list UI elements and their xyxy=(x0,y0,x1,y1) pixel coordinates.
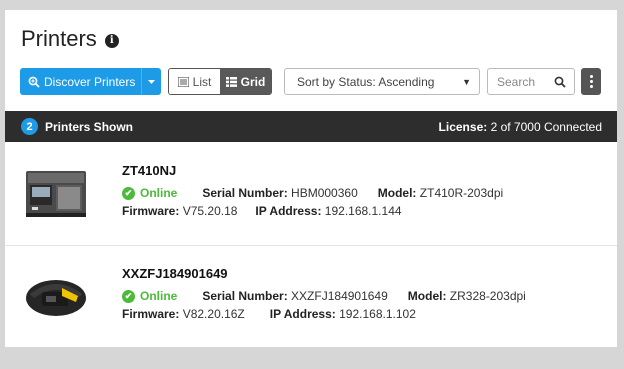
grid-view-button[interactable]: Grid xyxy=(220,69,271,94)
search-input[interactable]: Search xyxy=(487,68,575,95)
printer-card[interactable]: ZT410NJ ✔ Online Serial Number: HBM000360… xyxy=(5,143,617,246)
discover-printers-main[interactable]: Discover Printers xyxy=(20,75,141,89)
status-text: Online xyxy=(140,289,178,303)
serial-value: HBM000360 xyxy=(291,186,358,200)
model-value: ZR328-203dpi xyxy=(449,289,526,303)
firmware-label: Firmware: xyxy=(122,307,180,321)
firmware-value: V82.20.16Z xyxy=(182,307,245,321)
summary-bar: 2 Printers Shown License: 2 of 7000 Conn… xyxy=(5,111,617,142)
license-status: License: 2 of 7000 Connected xyxy=(439,120,602,134)
ip-value: 192.168.1.144 xyxy=(324,204,402,218)
grid-view-label: Grid xyxy=(240,74,266,89)
kebab-dot xyxy=(589,75,593,78)
model-value: ZT410R-203dpi xyxy=(419,186,504,200)
search-icon[interactable] xyxy=(554,76,566,88)
serial-value: XXZFJ184901649 xyxy=(291,289,388,303)
discover-dropdown-toggle[interactable] xyxy=(141,68,161,95)
sort-select[interactable]: Sort by Status: Ascending ▼ xyxy=(284,68,480,95)
page-header: Printers i xyxy=(21,26,119,52)
ip-label: IP Address: xyxy=(269,307,336,321)
grid-icon xyxy=(225,76,237,87)
printer-name[interactable]: XXZFJ184901649 xyxy=(122,266,228,281)
printer-firmware-line: Firmware: V75.20.18 IP Address: 192.168.… xyxy=(122,204,402,218)
info-icon[interactable]: i xyxy=(104,33,119,48)
check-circle-icon: ✔ xyxy=(122,186,135,200)
serial-label: Serial Number: xyxy=(202,186,288,200)
printer-status-line: ✔ Online Serial Number: HBM000360 Model: … xyxy=(122,186,503,200)
license-label: License: xyxy=(438,120,488,134)
printers-shown-label: Printers Shown xyxy=(45,120,134,134)
mobile-printer-image xyxy=(26,280,86,316)
sort-select-value: Sort by Status: Ascending xyxy=(297,74,435,89)
caret-down-icon xyxy=(148,79,156,84)
industrial-printer-image xyxy=(26,171,86,217)
serial-label: Serial Number: xyxy=(202,289,288,303)
model-label: Model: xyxy=(377,186,417,200)
ip-label: IP Address: xyxy=(255,204,322,218)
check-circle-icon: ✔ xyxy=(122,289,135,303)
license-value: 2 of 7000 Connected xyxy=(490,120,602,134)
discover-printers-label: Discover Printers xyxy=(44,74,136,89)
more-options-button[interactable] xyxy=(581,68,601,95)
firmware-label: Firmware: xyxy=(122,204,180,218)
printer-firmware-line: Firmware: V82.20.16Z IP Address: 192.168… xyxy=(122,307,416,321)
list-icon xyxy=(177,76,189,87)
printer-card[interactable]: XXZFJ184901649 ✔ Online Serial Number: XX… xyxy=(5,246,617,347)
discover-printers-button[interactable]: Discover Printers xyxy=(20,68,161,95)
list-view-label: List xyxy=(192,74,212,89)
list-view-button[interactable]: List xyxy=(169,69,220,94)
search-plus-icon xyxy=(28,76,40,88)
printer-count-badge: 2 xyxy=(21,118,38,135)
status-online: ✔ Online xyxy=(122,186,177,200)
model-label: Model: xyxy=(407,289,447,303)
firmware-value: V75.20.18 xyxy=(182,204,238,218)
kebab-dot xyxy=(589,80,593,83)
page-title: Printers xyxy=(21,26,97,51)
dropdown-arrow-icon: ▼ xyxy=(462,77,471,87)
printer-status-line: ✔ Online Serial Number: XXZFJ184901649 Mo… xyxy=(122,289,526,303)
ip-value: 192.168.1.102 xyxy=(339,307,416,321)
status-online: ✔ Online xyxy=(122,289,177,303)
printers-panel: Printers i Discover Printers List Grid S… xyxy=(5,10,617,347)
kebab-dot xyxy=(589,85,593,88)
view-toggle: List Grid xyxy=(168,68,272,95)
printer-name[interactable]: ZT410NJ xyxy=(122,163,176,178)
search-placeholder: Search xyxy=(497,74,536,89)
status-text: Online xyxy=(140,186,178,200)
